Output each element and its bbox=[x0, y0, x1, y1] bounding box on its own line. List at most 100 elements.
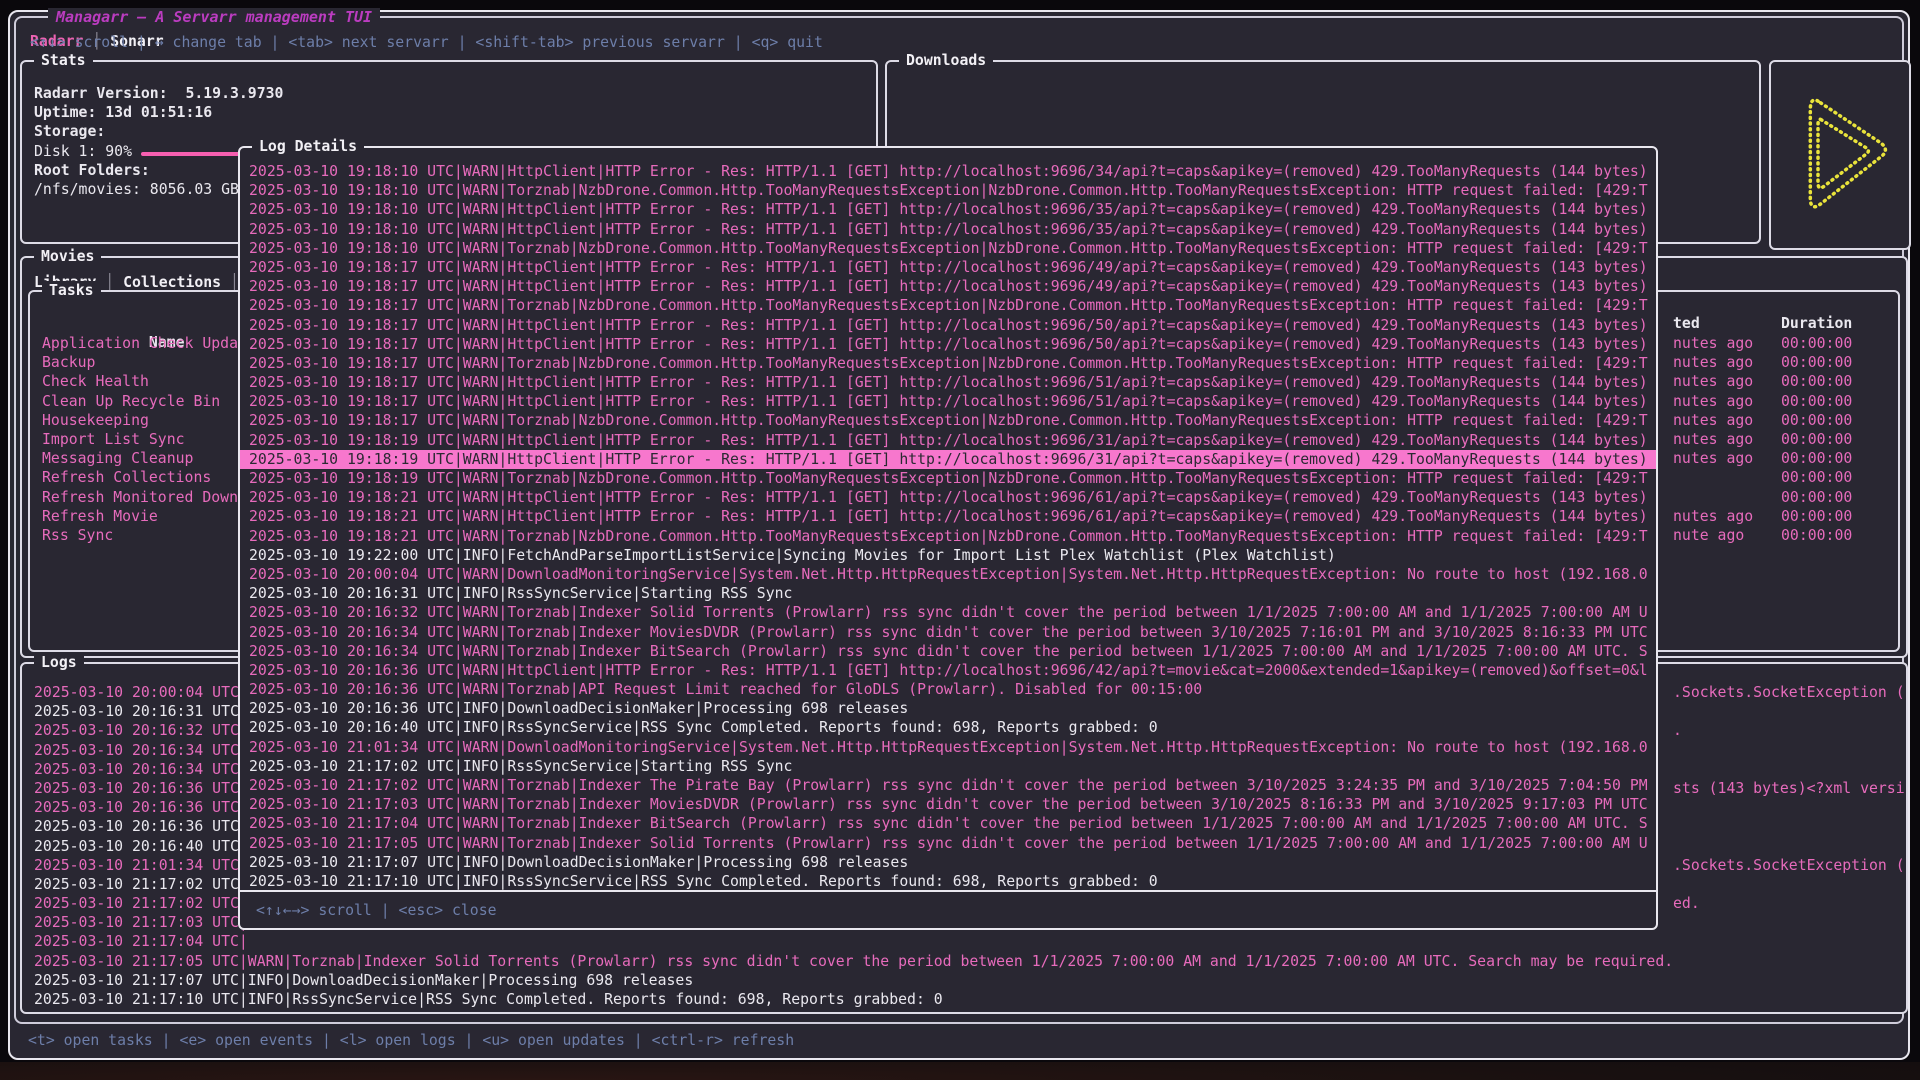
log-line[interactable]: 2025-03-10 19:18:21 UTC|WARN|HttpClient|… bbox=[240, 488, 1656, 507]
task-last-executed: nutes ago bbox=[1673, 392, 1753, 411]
log-line[interactable]: 2025-03-10 20:16:31 UTC|INFO|RssSyncServ… bbox=[240, 584, 1656, 603]
task-duration: 00:00:00 bbox=[1781, 334, 1852, 353]
log-row-text: 2025-03-10 21:17:03 UTC| bbox=[34, 914, 248, 931]
log-row-text: 2025-03-10 21:17:02 UTC| bbox=[34, 876, 248, 893]
task-last-executed: nutes ago bbox=[1673, 334, 1753, 353]
log-row-text: 2025-03-10 20:16:36 UTC| bbox=[34, 799, 248, 816]
task-last-executed: nute ago bbox=[1673, 526, 1744, 545]
logs-panel-title: Logs bbox=[34, 653, 84, 672]
log-row-text: 2025-03-10 21:17:04 UTC| bbox=[34, 933, 248, 950]
tasks-panel-title: Tasks bbox=[42, 281, 101, 300]
log-line[interactable]: 2025-03-10 19:18:17 UTC|WARN|Torznab|Nzb… bbox=[240, 296, 1656, 315]
log-line[interactable]: 2025-03-10 19:18:17 UTC|WARN|HttpClient|… bbox=[240, 335, 1656, 354]
log-line[interactable]: 2025-03-10 19:18:19 UTC|WARN|Torznab|Nzb… bbox=[240, 469, 1656, 488]
log-row-fragment: sts (143 bytes)<?xml versi bbox=[1673, 779, 1905, 798]
log-line[interactable]: 2025-03-10 21:17:05 UTC|WARN|Torznab|Ind… bbox=[240, 834, 1656, 853]
log-details-modal: Log Details 2025-03-10 19:18:10 UTC|WARN… bbox=[238, 146, 1658, 930]
log-line[interactable]: 2025-03-10 21:17:04 UTC|WARN|Torznab|Ind… bbox=[240, 814, 1656, 833]
top-keybind-hints: <↑↓> scroll | ↔ change tab | <tab> next … bbox=[30, 33, 1888, 52]
task-name: Refresh Monitored Downlo bbox=[42, 489, 256, 506]
log-row[interactable]: 2025-03-10 21:17:07 UTC|INFO|DownloadDec… bbox=[34, 971, 1904, 990]
log-row-text: 2025-03-10 20:16:31 UTC| bbox=[34, 703, 248, 720]
task-name: Rss Sync bbox=[42, 527, 113, 544]
log-line[interactable]: 2025-03-10 19:18:21 UTC|WARN|Torznab|Nzb… bbox=[240, 527, 1656, 546]
log-line[interactable]: 2025-03-10 21:17:10 UTC|INFO|RssSyncServ… bbox=[240, 872, 1656, 890]
log-line[interactable]: 2025-03-10 20:16:36 UTC|WARN|HttpClient|… bbox=[240, 661, 1656, 680]
log-row-text: 2025-03-10 20:16:32 UTC| bbox=[34, 722, 248, 739]
log-row-text: 2025-03-10 21:17:10 UTC|INFO|RssSyncServ… bbox=[34, 991, 943, 1008]
log-line[interactable]: 2025-03-10 20:16:34 UTC|WARN|Torznab|Ind… bbox=[240, 623, 1656, 642]
task-last-executed: nutes ago bbox=[1673, 507, 1753, 526]
log-line[interactable]: 2025-03-10 20:16:34 UTC|WARN|Torznab|Ind… bbox=[240, 642, 1656, 661]
log-line[interactable]: 2025-03-10 20:16:36 UTC|INFO|DownloadDec… bbox=[240, 699, 1656, 718]
log-lines[interactable]: 2025-03-10 19:18:10 UTC|WARN|HttpClient|… bbox=[240, 148, 1656, 890]
task-duration: 00:00:00 bbox=[1781, 392, 1852, 411]
log-line[interactable]: 2025-03-10 21:01:34 UTC|WARN|DownloadMon… bbox=[240, 738, 1656, 757]
task-name: Check Health bbox=[42, 373, 149, 390]
tasks-header-duration: Duration bbox=[1781, 314, 1852, 333]
log-row[interactable]: 2025-03-10 21:17:04 UTC| bbox=[34, 932, 1904, 951]
task-duration: 00:00:00 bbox=[1781, 430, 1852, 449]
task-name: Import List Sync bbox=[42, 431, 185, 448]
log-line[interactable]: 2025-03-10 21:17:07 UTC|INFO|DownloadDec… bbox=[240, 853, 1656, 872]
log-line[interactable]: 2025-03-10 21:17:02 UTC|INFO|RssSyncServ… bbox=[240, 757, 1656, 776]
log-row-text: 2025-03-10 20:16:40 UTC| bbox=[34, 838, 248, 855]
task-name: Housekeeping bbox=[42, 412, 149, 429]
task-duration: 00:00:00 bbox=[1781, 411, 1852, 430]
log-line[interactable]: 2025-03-10 19:18:19 UTC|WARN|HttpClient|… bbox=[240, 431, 1656, 450]
log-line[interactable]: 2025-03-10 19:18:17 UTC|WARN|HttpClient|… bbox=[240, 277, 1656, 296]
task-duration: 00:00:00 bbox=[1781, 449, 1852, 468]
log-row[interactable]: 2025-03-10 21:17:10 UTC|INFO|RssSyncServ… bbox=[34, 990, 1904, 1009]
log-line[interactable]: 2025-03-10 19:18:17 UTC|WARN|HttpClient|… bbox=[240, 258, 1656, 277]
log-line[interactable]: 2025-03-10 19:18:17 UTC|WARN|HttpClient|… bbox=[240, 392, 1656, 411]
log-line[interactable]: 2025-03-10 20:16:32 UTC|WARN|Torznab|Ind… bbox=[240, 603, 1656, 622]
log-line[interactable]: 2025-03-10 19:18:10 UTC|WARN|HttpClient|… bbox=[240, 162, 1656, 181]
log-line[interactable]: 2025-03-10 19:22:00 UTC|INFO|FetchAndPar… bbox=[240, 546, 1656, 565]
log-row-text: 2025-03-10 21:17:02 UTC| bbox=[34, 895, 248, 912]
log-line[interactable]: 2025-03-10 20:16:40 UTC|INFO|RssSyncServ… bbox=[240, 718, 1656, 737]
stat-version: Radarr Version: 5.19.3.9730 bbox=[34, 84, 876, 103]
logo-panel bbox=[1769, 60, 1911, 250]
task-name: Application Check Update bbox=[42, 335, 256, 352]
log-row-text: 2025-03-10 20:16:36 UTC| bbox=[34, 780, 248, 797]
log-details-footer: <↑↓←→> scroll | <esc> close bbox=[240, 890, 1656, 928]
log-line[interactable]: 2025-03-10 21:17:03 UTC|WARN|Torznab|Ind… bbox=[240, 795, 1656, 814]
log-line[interactable]: 2025-03-10 19:18:17 UTC|WARN|Torznab|Nzb… bbox=[240, 354, 1656, 373]
task-name: Refresh Collections bbox=[42, 469, 211, 486]
log-row-fragment: ed. bbox=[1673, 894, 1700, 913]
task-duration: 00:00:00 bbox=[1781, 353, 1852, 372]
task-duration: 00:00:00 bbox=[1781, 507, 1852, 526]
log-line[interactable]: 2025-03-10 20:00:04 UTC|WARN|DownloadMon… bbox=[240, 565, 1656, 584]
log-line[interactable]: 2025-03-10 19:18:10 UTC|WARN|HttpClient|… bbox=[240, 220, 1656, 239]
log-row-text: 2025-03-10 21:17:07 UTC|INFO|DownloadDec… bbox=[34, 972, 693, 989]
task-last-executed: nutes ago bbox=[1673, 353, 1753, 372]
log-row-fragment: . bbox=[1673, 721, 1682, 740]
log-line[interactable]: 2025-03-10 19:18:19 UTC|WARN|HttpClient|… bbox=[240, 450, 1656, 469]
task-duration: 00:00:00 bbox=[1781, 372, 1852, 391]
log-line[interactable]: 2025-03-10 19:18:10 UTC|WARN|HttpClient|… bbox=[240, 200, 1656, 219]
log-row[interactable]: 2025-03-10 21:17:05 UTC|WARN|Torznab|Ind… bbox=[34, 952, 1904, 971]
log-line[interactable]: 2025-03-10 19:18:10 UTC|WARN|Torznab|Nzb… bbox=[240, 239, 1656, 258]
bottom-keybind-hints: <t> open tasks | <e> open events | <l> o… bbox=[28, 1031, 794, 1050]
radarr-logo-icon bbox=[1785, 81, 1895, 229]
log-row-text: 2025-03-10 20:00:04 UTC| bbox=[34, 684, 248, 701]
task-last-executed: nutes ago bbox=[1673, 430, 1753, 449]
log-row-text: 2025-03-10 21:01:34 UTC| bbox=[34, 857, 248, 874]
downloads-panel-title: Downloads bbox=[899, 51, 993, 70]
log-line[interactable]: 2025-03-10 21:17:02 UTC|WARN|Torznab|Ind… bbox=[240, 776, 1656, 795]
log-row-fragment: .Sockets.SocketException ( bbox=[1673, 856, 1905, 875]
log-row-text: 2025-03-10 21:17:05 UTC|WARN|Torznab|Ind… bbox=[34, 953, 1673, 970]
modal-keybind-hints: <↑↓←→> scroll | <esc> close bbox=[256, 902, 497, 919]
stat-uptime: Uptime: 13d 01:51:16 bbox=[34, 103, 876, 122]
task-duration: 00:00:00 bbox=[1781, 526, 1852, 545]
log-line[interactable]: 2025-03-10 19:18:10 UTC|WARN|Torznab|Nzb… bbox=[240, 181, 1656, 200]
log-line[interactable]: 2025-03-10 19:18:17 UTC|WARN|HttpClient|… bbox=[240, 316, 1656, 335]
log-line[interactable]: 2025-03-10 19:18:21 UTC|WARN|HttpClient|… bbox=[240, 507, 1656, 526]
log-line[interactable]: 2025-03-10 20:16:36 UTC|WARN|Torznab|API… bbox=[240, 680, 1656, 699]
task-last-executed: nutes ago bbox=[1673, 372, 1753, 391]
log-line[interactable]: 2025-03-10 19:18:17 UTC|WARN|Torznab|Nzb… bbox=[240, 411, 1656, 430]
desktop-wallpaper-strip bbox=[0, 1062, 1920, 1080]
log-row-text: 2025-03-10 20:16:34 UTC| bbox=[34, 742, 248, 759]
log-line[interactable]: 2025-03-10 19:18:17 UTC|WARN|HttpClient|… bbox=[240, 373, 1656, 392]
tab-collections[interactable]: Collections bbox=[123, 274, 221, 291]
